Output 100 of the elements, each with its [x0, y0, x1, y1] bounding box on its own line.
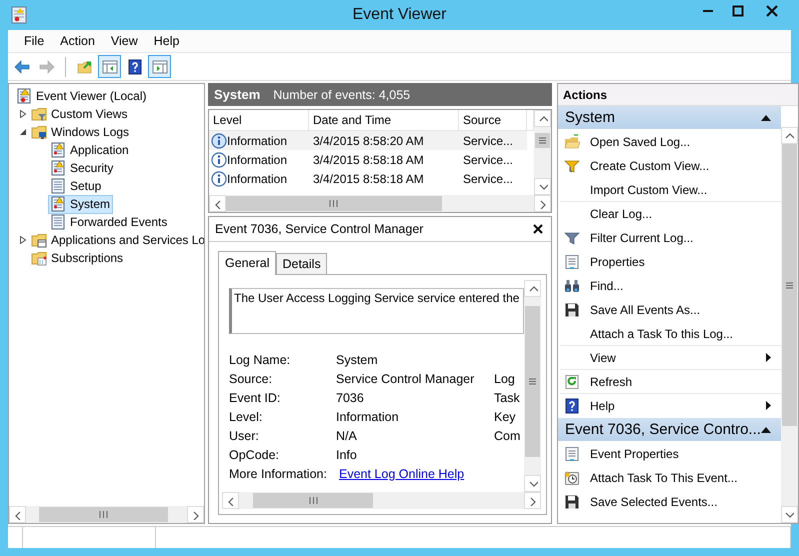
tree-item[interactable]: Forwarded Events — [48, 212, 170, 232]
log-icon — [50, 178, 66, 194]
grip-icon — [529, 378, 536, 386]
scroll-thumb[interactable] — [38, 507, 168, 522]
field-value: 7036 — [336, 391, 364, 405]
collapse-arrow-icon[interactable] — [760, 426, 771, 432]
vertical-scrollbar[interactable] — [524, 280, 541, 492]
vertical-scrollbar[interactable] — [534, 110, 551, 195]
menu-item[interactable]: Action — [52, 34, 103, 48]
section-header[interactable]: Event 7036, Service Contro... — [558, 418, 781, 441]
command-item[interactable]: Attach Task To This Event... — [558, 466, 781, 490]
close-icon — [766, 5, 778, 17]
log-title: System — [214, 87, 260, 102]
field-label: Event ID: — [229, 391, 282, 405]
tree-item[interactable]: Windows Logs — [29, 122, 132, 142]
scroll-right-button[interactable] — [524, 492, 541, 509]
scroll-down-button[interactable] — [534, 178, 551, 195]
command-item[interactable]: Save All Events As... — [558, 298, 781, 322]
expand-arrow-icon[interactable] — [18, 110, 26, 118]
tree-item[interactable]: Setup — [48, 176, 104, 196]
scroll-thumb[interactable] — [226, 196, 442, 211]
field-label: Key — [494, 410, 517, 424]
scroll-thumb[interactable] — [535, 133, 550, 148]
command-item[interactable]: Properties — [558, 250, 781, 274]
menu-item[interactable]: View — [102, 34, 146, 48]
scroll-up-button[interactable] — [780, 127, 798, 144]
collapse-arrow-icon[interactable] — [760, 114, 771, 120]
tree-item[interactable]: System — [48, 194, 114, 214]
close-icon — [533, 224, 543, 234]
command-item[interactable]: Attach a Task To this Log... — [560, 322, 781, 346]
refresh-icon — [564, 374, 580, 390]
command-item[interactable]: Filter Current Log... — [558, 226, 781, 250]
field-label: Log — [494, 372, 516, 386]
vertical-scrollbar[interactable] — [780, 127, 798, 523]
command-item[interactable]: Help — [558, 394, 781, 418]
field-label: Log Name: — [229, 353, 292, 367]
help-link[interactable]: Event Log Online Help — [339, 467, 464, 481]
folder-filter-icon — [31, 106, 47, 122]
field-value: System — [336, 353, 378, 367]
scroll-left-button[interactable] — [9, 506, 26, 523]
scroll-up-button[interactable] — [534, 110, 551, 127]
table-cell: 3/4/2015 8:58:18 AM — [313, 152, 424, 166]
menu-item[interactable]: File — [16, 34, 52, 48]
scroll-thumb[interactable] — [525, 306, 540, 458]
command-item[interactable]: Open Saved Log... — [558, 130, 781, 154]
chevron-right-icon — [190, 510, 200, 520]
properties-icon — [564, 254, 580, 270]
command-item[interactable]: Event Properties — [558, 442, 781, 466]
app-icon — [11, 6, 27, 24]
scroll-right-button[interactable] — [187, 506, 204, 523]
tree-item[interactable]: Subscriptions — [29, 248, 126, 268]
tree-item[interactable]: Application — [48, 140, 132, 160]
scroll-thumb[interactable] — [782, 144, 797, 426]
open-folder-icon — [564, 134, 580, 150]
tree-item[interactable]: Custom Views — [29, 104, 130, 124]
chevron-down-icon — [784, 510, 794, 520]
expand-arrow-icon[interactable] — [18, 236, 26, 244]
chevron-down-icon — [528, 478, 538, 488]
table-cell: Information — [227, 152, 288, 166]
help-icon — [126, 58, 142, 74]
window-title: Event Viewer — [352, 6, 446, 24]
scroll-up-button[interactable] — [524, 280, 541, 297]
command-item[interactable]: Clear Log... — [558, 202, 781, 226]
grip-icon — [539, 137, 546, 144]
tab[interactable]: General — [218, 251, 276, 275]
field-label: OpCode: — [229, 448, 280, 462]
command-item[interactable]: Create Custom View... — [558, 154, 781, 178]
field-value: Information — [336, 410, 399, 424]
horizontal-scrollbar[interactable] — [222, 492, 541, 509]
tree-item[interactable]: Security — [48, 158, 116, 178]
log-warning-icon — [50, 160, 66, 176]
table-cell: Service... — [463, 172, 514, 186]
horizontal-scrollbar[interactable] — [9, 506, 204, 523]
scroll-down-button[interactable] — [780, 506, 798, 523]
minimize-icon — [702, 10, 714, 12]
field-label: More Information: — [229, 467, 328, 481]
command-item[interactable]: Import Custom View... — [560, 178, 781, 202]
command-item[interactable]: Save Selected Events... — [558, 490, 781, 514]
close-button[interactable] — [533, 224, 543, 234]
tree-item[interactable]: Event Viewer (Local) — [14, 86, 150, 106]
field-label: Task — [494, 391, 521, 405]
log-icon — [50, 214, 66, 230]
menu-item[interactable]: Help — [146, 34, 188, 48]
section-header[interactable]: System — [558, 106, 781, 129]
properties-icon — [564, 446, 580, 462]
scroll-left-button[interactable] — [222, 492, 239, 509]
tab[interactable]: Details — [276, 253, 327, 274]
collapse-arrow-icon[interactable] — [18, 128, 26, 136]
field-value: Service Control Manager — [336, 372, 474, 386]
clock-icon — [564, 470, 580, 486]
scroll-right-button[interactable] — [534, 195, 551, 212]
scroll-down-button[interactable] — [524, 475, 541, 492]
scroll-thumb[interactable] — [253, 493, 373, 508]
log-warning-icon — [50, 196, 66, 212]
scroll-left-button[interactable] — [209, 195, 226, 212]
command-item[interactable]: View — [560, 346, 781, 370]
command-item[interactable]: Refresh — [560, 370, 781, 394]
horizontal-scrollbar[interactable] — [209, 195, 551, 212]
panel-title: Event 7036, Service Control Manager — [215, 222, 424, 236]
command-item[interactable]: Find... — [558, 274, 781, 298]
